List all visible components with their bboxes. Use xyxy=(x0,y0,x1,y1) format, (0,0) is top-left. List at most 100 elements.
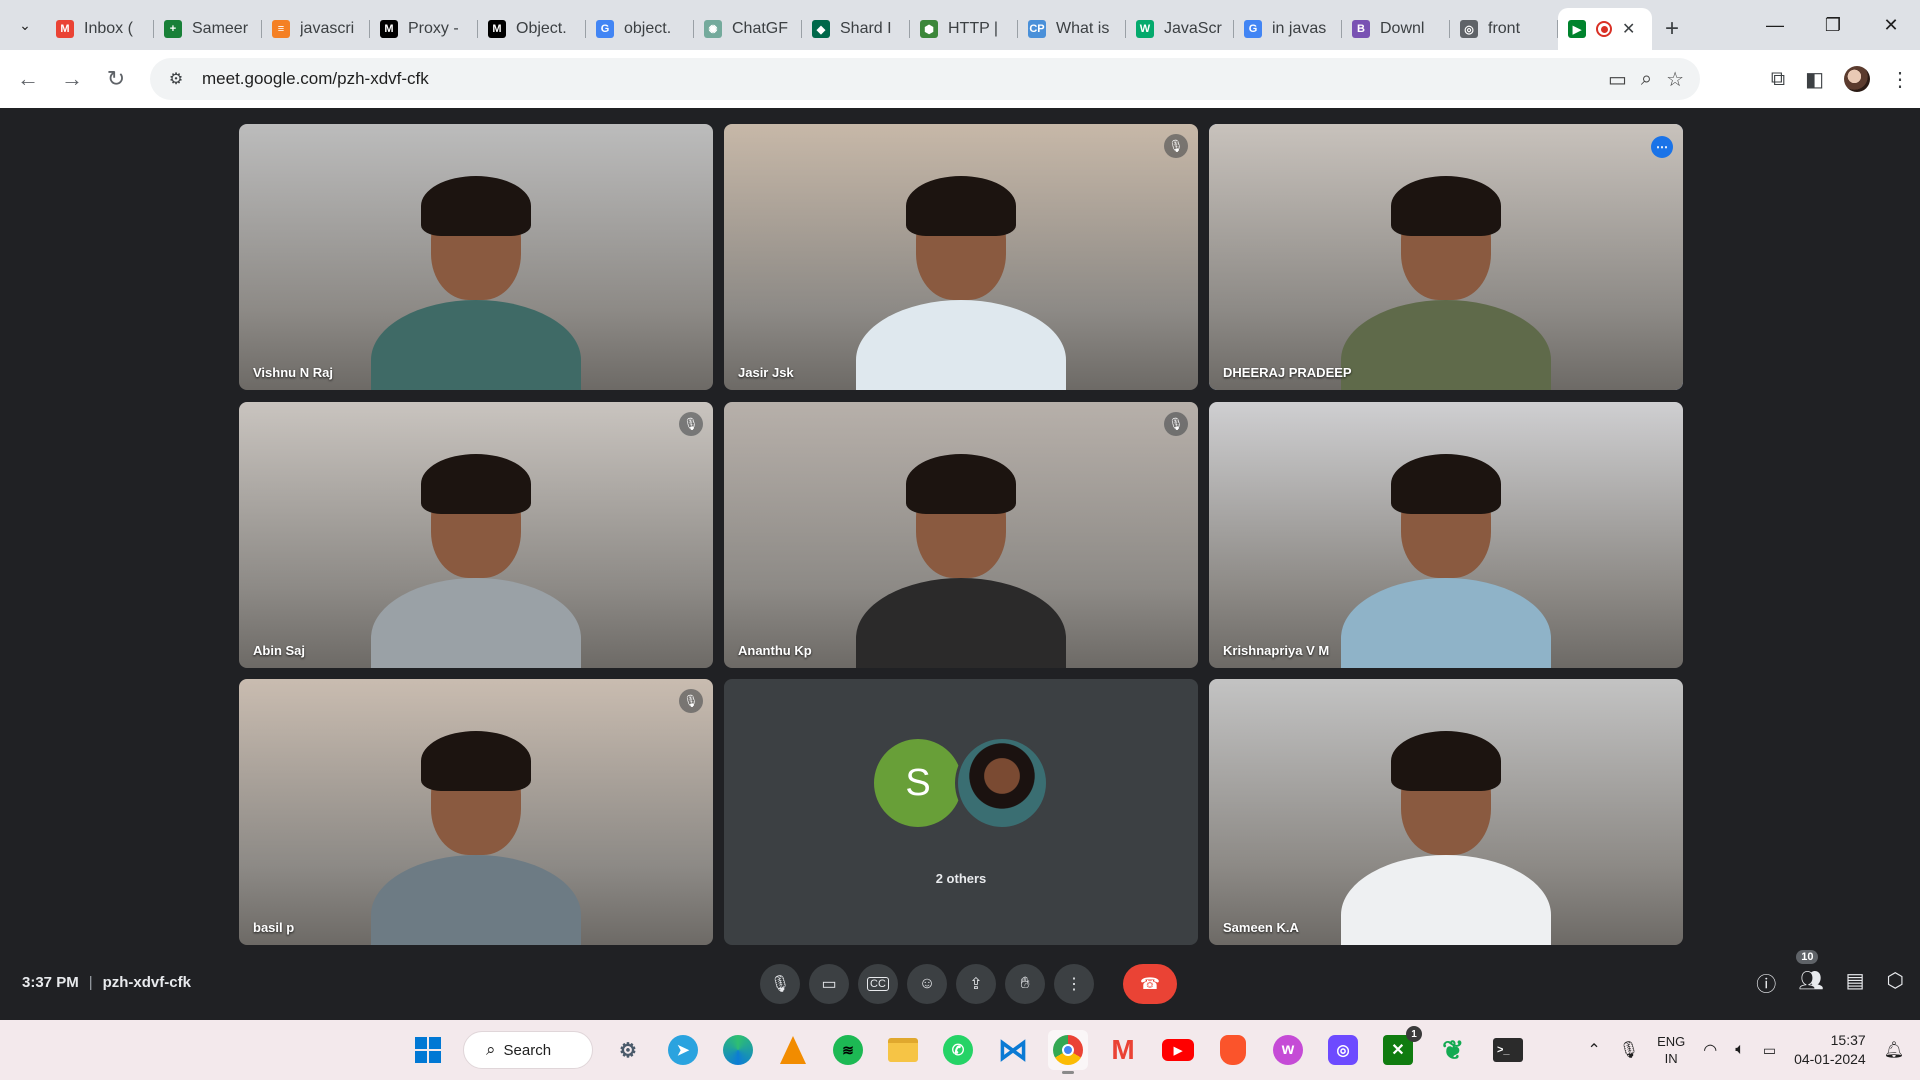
extensions-icon[interactable]: ⧉ xyxy=(1771,68,1785,91)
tab-search-button[interactable]: ⌄ xyxy=(8,8,42,42)
spotify-app[interactable]: ≋ xyxy=(828,1030,868,1070)
codeproject-icon: CP xyxy=(1028,20,1046,38)
participant-tile[interactable]: 🎙︎ Abin Saj xyxy=(239,402,713,668)
terminal-app[interactable]: >_ xyxy=(1488,1030,1528,1070)
activities-icon[interactable]: ⬡ xyxy=(1887,968,1904,997)
wifi-icon[interactable]: ◠ xyxy=(1703,1040,1717,1060)
vlc-app[interactable] xyxy=(773,1030,813,1070)
tab-5[interactable]: M Object. xyxy=(478,8,586,50)
tab-6[interactable]: Gobject. xyxy=(586,8,694,50)
microphone-button[interactable]: 🎙︎ xyxy=(760,964,800,1004)
avatar-photo xyxy=(955,736,1049,830)
clock-time: 15:37 xyxy=(1830,1032,1866,1048)
address-bar[interactable]: ⚙ meet.google.com/pzh-xdvf-cfk ▭ ⌕ ☆ xyxy=(150,58,1700,100)
tab-12[interactable]: Gin javas xyxy=(1234,8,1342,50)
minimize-button[interactable]: — xyxy=(1746,0,1804,50)
xbox-app[interactable]: ✕ 1 xyxy=(1378,1026,1422,1070)
participant-tile[interactable]: 🎙︎ Ananthu Kp xyxy=(724,402,1198,668)
tab-1[interactable]: M Inbox ( xyxy=(46,8,154,50)
tab-title: in javas xyxy=(1272,20,1327,37)
others-tile[interactable]: S 2 others xyxy=(724,679,1198,945)
taskbar-search[interactable]: ⌕ Search xyxy=(463,1031,593,1069)
edge-app[interactable] xyxy=(718,1030,758,1070)
brave-app[interactable] xyxy=(1213,1030,1253,1070)
participant-tile[interactable]: ⋯ DHEERAJ PRADEEP xyxy=(1209,124,1683,390)
meet-icon: ▶ xyxy=(1568,20,1586,38)
youtube-app[interactable]: ▶ xyxy=(1158,1030,1198,1070)
participant-name: Krishnapriya V M xyxy=(1223,643,1330,658)
tab-7[interactable]: ✺ ChatGF xyxy=(694,8,802,50)
chrome-app[interactable] xyxy=(1048,1030,1088,1074)
chat-icon[interactable]: ▤ xyxy=(1846,968,1865,997)
participant-video-figure xyxy=(1341,448,1551,668)
camera-in-use-icon[interactable]: ▭ xyxy=(1608,67,1627,92)
tab-11[interactable]: W JavaScr xyxy=(1126,8,1234,50)
separator: | xyxy=(88,974,93,991)
tab-4[interactable]: M Proxy - xyxy=(370,8,478,50)
chevron-up-icon[interactable]: ⌃ xyxy=(1587,1040,1600,1060)
reload-button[interactable]: ↻ xyxy=(96,59,136,99)
bookmark-star-icon[interactable]: ☆ xyxy=(1666,67,1684,92)
telegram-app[interactable]: ➤ xyxy=(663,1030,703,1070)
site-info-icon[interactable]: ⚙ xyxy=(156,69,196,89)
gmail-app[interactable]: M xyxy=(1103,1030,1143,1070)
tab-14[interactable]: ◎ front xyxy=(1450,8,1558,50)
battery-icon[interactable]: ▭ xyxy=(1763,1042,1776,1059)
clock[interactable]: 15:37 04-01-2024 xyxy=(1794,1031,1866,1069)
nodejs-icon: ⬢ xyxy=(920,20,938,38)
camera-icon: ▭ xyxy=(821,976,837,993)
bootstrap-icon: B xyxy=(1352,20,1370,38)
microphone-tray-icon[interactable]: 🎙︎ xyxy=(1619,1040,1639,1060)
tab-8[interactable]: ◆ Shard I xyxy=(802,8,910,50)
participant-video-figure xyxy=(856,170,1066,390)
raise-hand-button[interactable]: ✋︎ xyxy=(1005,964,1045,1004)
notification-bell-icon[interactable]: 🔔︎ xyxy=(1884,1040,1904,1060)
close-tab-icon[interactable]: ✕ xyxy=(1622,19,1635,39)
restore-button[interactable]: ❐ xyxy=(1804,0,1862,50)
whatsapp-app[interactable]: ✆ xyxy=(938,1030,978,1070)
tile-more-options-icon[interactable]: ⋯ xyxy=(1651,136,1673,158)
start-button[interactable] xyxy=(408,1030,448,1070)
people-button[interactable]: 10 👥︎ xyxy=(1796,950,1824,997)
participant-tile[interactable]: 🎙︎ Jasir Jsk xyxy=(724,124,1198,390)
volume-icon[interactable]: 🔈︎ xyxy=(1735,1041,1745,1059)
profile-avatar[interactable] xyxy=(1844,66,1870,92)
vscode-app[interactable]: ⋈ xyxy=(993,1030,1033,1070)
url-text[interactable]: meet.google.com/pzh-xdvf-cfk xyxy=(202,69,429,89)
zoom-icon[interactable]: ⌕ xyxy=(1641,68,1652,91)
forward-button[interactable]: → xyxy=(52,59,92,99)
tab-google-meet-active[interactable]: ▶ ✕ xyxy=(1558,8,1652,50)
participant-tile[interactable]: Krishnapriya V M xyxy=(1209,402,1683,668)
present-button[interactable]: ⇪ xyxy=(956,964,996,1004)
close-window-button[interactable]: ✕ xyxy=(1862,0,1920,50)
tab-13[interactable]: B Downl xyxy=(1342,8,1450,50)
new-tab-button[interactable]: + xyxy=(1652,8,1692,50)
tab-9[interactable]: ⬢ HTTP | xyxy=(910,8,1018,50)
menu-kebab-icon[interactable]: ⋮ xyxy=(1890,67,1910,92)
proton-app[interactable]: ◎ xyxy=(1323,1030,1363,1070)
side-panel-icon[interactable]: ◧ xyxy=(1805,67,1824,92)
settings-app[interactable]: ⚙ xyxy=(608,1030,648,1070)
file-explorer-app[interactable] xyxy=(883,1030,923,1070)
language-indicator[interactable]: ENG IN xyxy=(1657,1033,1685,1067)
tab-10[interactable]: CP What is xyxy=(1018,8,1126,50)
camera-button[interactable]: ▭ xyxy=(809,964,849,1004)
mongodb-compass-app[interactable]: ❦ xyxy=(1433,1030,1473,1070)
telegram-icon: ➤ xyxy=(668,1035,698,1065)
participant-tile[interactable]: Vishnu N Raj xyxy=(239,124,713,390)
omnibox-actions: ▭ ⌕ ☆ xyxy=(1608,58,1684,100)
participant-tile[interactable]: 🎙︎ basil p xyxy=(239,679,713,945)
participant-tile[interactable]: Sameen K.A xyxy=(1209,679,1683,945)
leave-call-button[interactable]: ☎︎ xyxy=(1123,964,1177,1004)
reactions-button[interactable]: ☺ xyxy=(907,964,947,1004)
captions-button[interactable]: CC xyxy=(858,964,898,1004)
tab-3[interactable]: ≡ javascri xyxy=(262,8,370,50)
wondershare-app[interactable]: w xyxy=(1268,1030,1308,1070)
meeting-details-icon[interactable]: ⓘ xyxy=(1756,968,1776,997)
people-count-badge: 10 xyxy=(1796,950,1819,964)
tab-2[interactable]: + Sameer xyxy=(154,8,262,50)
back-button[interactable]: ← xyxy=(8,59,48,99)
window-controls: — ❐ ✕ xyxy=(1746,0,1920,50)
hang-up-icon: ☎︎ xyxy=(1140,976,1160,993)
more-options-button[interactable]: ⋮ xyxy=(1054,964,1094,1004)
